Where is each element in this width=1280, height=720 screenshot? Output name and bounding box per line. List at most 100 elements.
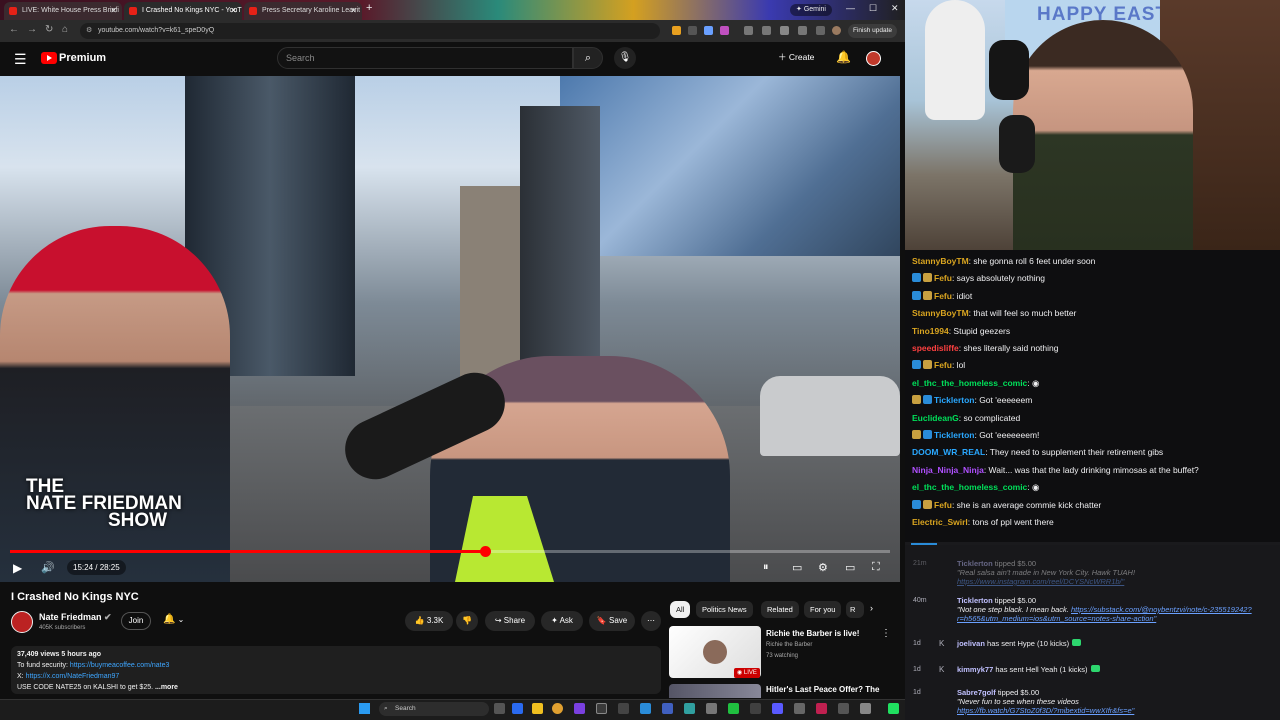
chip-politics-news[interactable]: Politics News bbox=[696, 601, 753, 618]
search-button[interactable]: ⌕ bbox=[573, 47, 603, 69]
extension-icon[interactable] bbox=[672, 26, 681, 35]
app-icon[interactable] bbox=[662, 703, 673, 714]
chat-username[interactable]: DOOM_WR_REAL bbox=[912, 447, 985, 457]
tray-icon[interactable] bbox=[888, 703, 899, 714]
rec-thumbnail[interactable] bbox=[669, 684, 761, 698]
chat-username[interactable]: speedisliffe bbox=[912, 343, 959, 353]
extension-icon[interactable] bbox=[744, 26, 753, 35]
like-button[interactable]: 👍 3.3K bbox=[405, 611, 453, 631]
chip-all[interactable]: All bbox=[670, 601, 691, 618]
close-tab-icon[interactable]: ✕ bbox=[230, 2, 237, 20]
share-button[interactable]: ↪ Share bbox=[485, 611, 535, 631]
channel-name[interactable]: Nate Friedman ✔ bbox=[39, 612, 112, 623]
back-icon[interactable]: ← bbox=[9, 24, 19, 35]
rec-title[interactable]: Hitler's Last Peace Offer? The bbox=[766, 685, 880, 694]
chat-username[interactable]: Fefu bbox=[934, 500, 952, 510]
dislike-button[interactable]: 👎 bbox=[456, 611, 478, 631]
file-explorer-icon[interactable] bbox=[532, 703, 543, 714]
account-avatar[interactable] bbox=[866, 51, 881, 66]
close-tab-icon[interactable]: ✕ bbox=[110, 2, 117, 20]
close-tab-icon[interactable]: ✕ bbox=[350, 2, 357, 20]
taskbar-search[interactable]: ⌕ Search bbox=[379, 702, 489, 716]
chat-username[interactable]: Ticklerton bbox=[934, 430, 974, 440]
profile-avatar[interactable] bbox=[832, 26, 841, 35]
forward-icon[interactable]: → bbox=[27, 24, 37, 35]
chat-username[interactable]: StannyBoyTM bbox=[912, 256, 969, 266]
task-view-icon[interactable] bbox=[494, 703, 505, 714]
show-more-link[interactable]: ...more bbox=[153, 684, 178, 691]
app-icon[interactable] bbox=[750, 703, 761, 714]
create-button[interactable]: ＋ Create bbox=[778, 51, 814, 63]
fullscreen-icon[interactable]: ⛶ bbox=[872, 561, 880, 574]
settings-gear-icon[interactable]: ⚙ bbox=[818, 561, 828, 574]
pause-autoplay-icon[interactable]: ⏸ bbox=[763, 561, 769, 574]
chat-username[interactable]: Ticklerton bbox=[934, 395, 974, 405]
maximize-icon[interactable]: ☐ bbox=[869, 3, 877, 14]
chip-related[interactable]: Related bbox=[761, 601, 799, 618]
new-tab-button[interactable]: + bbox=[366, 2, 372, 14]
description-link[interactable]: https://buymeacoffee.com/nate3 bbox=[70, 662, 170, 669]
windows-start-icon[interactable] bbox=[359, 703, 370, 714]
chip-truncated[interactable]: R bbox=[846, 601, 864, 618]
sidebar-icon[interactable] bbox=[780, 26, 789, 35]
minimize-icon[interactable]: — bbox=[846, 3, 855, 13]
rec-title[interactable]: Richie the Barber is live! bbox=[766, 629, 859, 638]
notifications-bell-icon[interactable]: 🔔 bbox=[836, 50, 851, 64]
chat-username[interactable]: el_thc_the_homeless_comic bbox=[912, 482, 1027, 492]
browser-tab[interactable]: Press Secretary Karoline Leavit ✕ bbox=[244, 2, 362, 20]
search-input[interactable]: Search bbox=[277, 47, 573, 69]
browser-tab-active[interactable]: I Crashed No Kings NYC - YouT ✕ bbox=[124, 2, 242, 20]
app-icon[interactable] bbox=[860, 703, 871, 714]
app-icon[interactable] bbox=[618, 703, 629, 714]
join-button[interactable]: Join bbox=[121, 612, 151, 630]
youtube-logo-icon[interactable] bbox=[41, 52, 57, 64]
theater-mode-icon[interactable]: ▭ bbox=[845, 561, 855, 574]
site-info-icon[interactable]: ⚙ bbox=[86, 23, 92, 39]
app-icon[interactable] bbox=[816, 703, 827, 714]
extension-icon[interactable] bbox=[720, 26, 729, 35]
chat-username[interactable]: Ninja_Ninja_Ninja bbox=[912, 465, 984, 475]
download-icon[interactable] bbox=[798, 26, 807, 35]
description-link[interactable]: https://x.com/NateFriedman97 bbox=[26, 673, 120, 680]
app-icon[interactable] bbox=[574, 703, 585, 714]
more-actions-button[interactable]: ⋯ bbox=[641, 611, 661, 631]
extension-icon[interactable] bbox=[688, 26, 697, 35]
youtube-premium-wordmark[interactable]: Premium bbox=[59, 52, 106, 64]
menu-icon[interactable]: ☰ bbox=[14, 51, 27, 68]
event-username[interactable]: kimmyk77 bbox=[957, 665, 993, 674]
voice-search-button[interactable]: 🎙 bbox=[614, 47, 636, 69]
app-icon[interactable] bbox=[794, 703, 805, 714]
reload-icon[interactable]: ↻ bbox=[45, 24, 53, 35]
chat-username[interactable]: Tino1994 bbox=[912, 326, 949, 336]
ask-button[interactable]: ✦ Ask bbox=[541, 611, 583, 631]
chrome-icon[interactable] bbox=[552, 703, 563, 714]
save-button[interactable]: 🔖 Save bbox=[589, 611, 635, 631]
edge-icon[interactable] bbox=[512, 703, 523, 714]
chevron-right-icon[interactable]: › bbox=[870, 603, 873, 613]
chat-username[interactable]: Electric_Swirl bbox=[912, 517, 968, 527]
channel-avatar[interactable] bbox=[11, 611, 33, 633]
play-icon[interactable]: ▶ bbox=[13, 561, 22, 575]
spotify-icon[interactable] bbox=[728, 703, 739, 714]
rec-channel[interactable]: Richie the Barber bbox=[766, 642, 812, 648]
extensions-puzzle-icon[interactable] bbox=[762, 26, 771, 35]
chat-username[interactable]: el_thc_the_homeless_comic bbox=[912, 378, 1027, 388]
chat-username[interactable]: Fefu bbox=[934, 273, 952, 283]
app-icon[interactable] bbox=[838, 703, 849, 714]
app-icon[interactable] bbox=[684, 703, 695, 714]
event-username[interactable]: Ticklerton bbox=[957, 596, 993, 605]
subtitles-icon[interactable]: ▭ bbox=[792, 561, 802, 574]
event-link[interactable]: https://www.instagram.com/reel/DCYSNcWRR… bbox=[957, 577, 1124, 586]
chat-username[interactable]: Fefu bbox=[934, 360, 952, 370]
gemini-button[interactable]: ✦ Gemini bbox=[790, 4, 832, 16]
description-box[interactable]: 37,409 views 5 hours ago To fund securit… bbox=[11, 646, 661, 694]
app-icon[interactable] bbox=[596, 703, 607, 714]
chip-for-you[interactable]: For you bbox=[804, 601, 842, 618]
chat-username[interactable]: StannyBoyTM bbox=[912, 308, 969, 318]
event-link[interactable]: https://fb.watch/G7StoZ0f3D/?mibextid=ww… bbox=[957, 706, 1134, 715]
app-icon[interactable] bbox=[706, 703, 717, 714]
extension-icon[interactable] bbox=[704, 26, 713, 35]
url-bar[interactable]: ⚙ youtube.com/watch?v=k61_speD0yQ bbox=[80, 23, 660, 39]
app-icon[interactable] bbox=[640, 703, 651, 714]
event-username[interactable]: joelivan bbox=[957, 639, 985, 648]
